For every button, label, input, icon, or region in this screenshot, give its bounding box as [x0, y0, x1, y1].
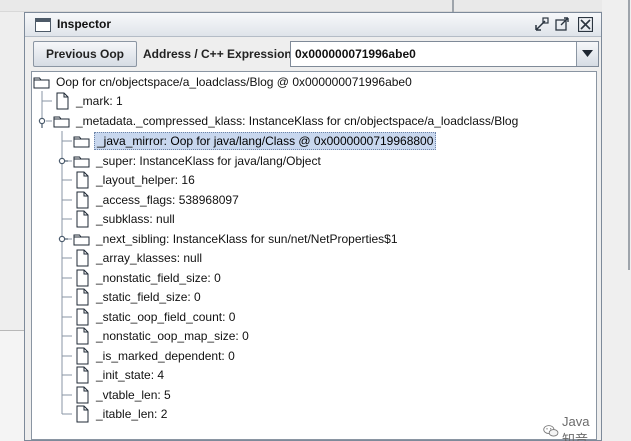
wechat-icon — [543, 425, 559, 437]
tree-node-label: _next_sibling: InstanceKlass for sun/net… — [96, 232, 398, 246]
file-icon — [76, 405, 89, 423]
background-frame-right — [602, 0, 631, 441]
maximize-icon[interactable] — [555, 17, 570, 32]
background-divider — [452, 0, 454, 12]
tree-node-child[interactable]: _nonstatic_oop_map_size: 0 — [73, 327, 251, 345]
tree-node-child[interactable]: _access_flags: 538968097 — [73, 191, 241, 209]
window-icon — [35, 18, 51, 32]
folder-icon — [73, 136, 90, 148]
tree-node-child[interactable]: _subklass: null — [73, 210, 177, 228]
tree-node-child[interactable]: _is_marked_dependent: 0 — [73, 347, 237, 365]
object-tree[interactable]: Oop for cn/objectspace/a_loadclass/Blog … — [31, 71, 597, 440]
window-title: Inspector — [57, 17, 112, 31]
tree-node-label: _super: InstanceKlass for java/lang/Obje… — [96, 154, 321, 168]
tree-node-label: _static_field_size: 0 — [96, 290, 201, 304]
tree-collapse-handle[interactable] — [38, 117, 46, 128]
dropdown-button[interactable] — [576, 42, 598, 66]
iconify-icon[interactable] — [534, 17, 549, 32]
inspector-window: Inspector Previous Oop Address / C++ Exp… — [24, 12, 602, 441]
tree-node-root[interactable]: Oop for cn/objectspace/a_loadclass/Blog … — [33, 73, 414, 91]
background-frame-left — [0, 330, 24, 441]
tree-node-child[interactable]: _layout_helper: 16 — [73, 171, 197, 189]
file-icon — [76, 366, 89, 384]
tree-node-child[interactable]: _init_state: 4 — [73, 366, 166, 384]
file-icon — [76, 347, 89, 365]
file-icon — [76, 249, 89, 267]
folder-icon — [53, 116, 70, 128]
tree-node-child[interactable]: _static_field_size: 0 — [73, 288, 203, 306]
tree-node-label: _array_klasses: null — [96, 251, 203, 265]
file-icon — [56, 92, 69, 110]
tree-node-label: _access_flags: 538968097 — [96, 193, 239, 207]
chevron-down-icon — [582, 50, 593, 57]
title-bar[interactable]: Inspector — [25, 13, 601, 37]
tree-node-metadata[interactable]: _metadata._compressed_klass: InstanceKla… — [53, 112, 520, 130]
tree-node-label: _java_mirror: Oop for java/lang/Class @ … — [94, 132, 437, 150]
tree-expand-handle[interactable] — [58, 157, 68, 165]
file-icon — [76, 210, 89, 228]
tree-node-child[interactable]: _super: InstanceKlass for java/lang/Obje… — [73, 152, 323, 170]
tree-node-child[interactable]: _vtable_len: 5 — [73, 386, 173, 404]
tree-node-child[interactable]: _static_oop_field_count: 0 — [73, 308, 237, 326]
tree-node-label: _init_state: 4 — [96, 368, 165, 382]
tree-node-child[interactable]: _java_mirror: Oop for java/lang/Class @ … — [73, 132, 437, 150]
file-icon — [76, 269, 89, 287]
inspector-toolbar: Previous Oop Address / C++ Expression: 0… — [27, 41, 599, 67]
file-icon — [76, 191, 89, 209]
tree-node-child[interactable]: _itable_len: 2 — [73, 405, 169, 423]
watermark: Java知音 — [543, 414, 601, 441]
tree-node-label: _nonstatic_oop_map_size: 0 — [96, 329, 249, 343]
watermark-text: Java知音 — [562, 414, 590, 441]
tree-node-label: _metadata._compressed_klass: InstanceKla… — [76, 114, 519, 128]
file-icon — [76, 171, 89, 189]
tree-node-label: _static_oop_field_count: 0 — [96, 310, 236, 324]
background-frame-line — [628, 0, 630, 270]
tree-node-label: Oop for cn/objectspace/a_loadclass/Blog … — [56, 75, 412, 89]
tree-node-label: _subklass: null — [96, 212, 175, 226]
folder-icon — [73, 156, 90, 168]
file-icon — [76, 327, 89, 345]
tree-node-child[interactable]: _array_klasses: null — [73, 249, 204, 267]
tree-node-label: _itable_len: 2 — [96, 407, 168, 421]
folder-icon — [73, 234, 90, 246]
tree-node-child[interactable]: _nonstatic_field_size: 0 — [73, 269, 223, 287]
file-icon — [76, 308, 89, 326]
tree-node-label: _is_marked_dependent: 0 — [96, 349, 235, 363]
file-icon — [76, 386, 89, 404]
tree-node-label: _nonstatic_field_size: 0 — [96, 271, 221, 285]
tree-node-label: _mark: 1 — [76, 94, 123, 108]
tree-expand-handle[interactable] — [58, 235, 68, 243]
tree-node-mark[interactable]: _mark: 1 — [53, 92, 125, 110]
close-icon[interactable] — [578, 17, 593, 32]
address-combobox[interactable]: 0x000000071996abe0 — [290, 41, 599, 67]
folder-icon — [33, 77, 50, 89]
previous-oop-button[interactable]: Previous Oop — [33, 41, 137, 67]
tree-node-label: _vtable_len: 5 — [96, 388, 171, 402]
tree-node-child[interactable]: _next_sibling: InstanceKlass for sun/net… — [73, 230, 400, 248]
address-input[interactable]: 0x000000071996abe0 — [295, 47, 416, 61]
background-window-edge — [0, 0, 631, 12]
tree-node-label: _layout_helper: 16 — [96, 173, 195, 187]
file-icon — [76, 288, 89, 306]
address-label: Address / C++ Expression: — [143, 47, 296, 61]
